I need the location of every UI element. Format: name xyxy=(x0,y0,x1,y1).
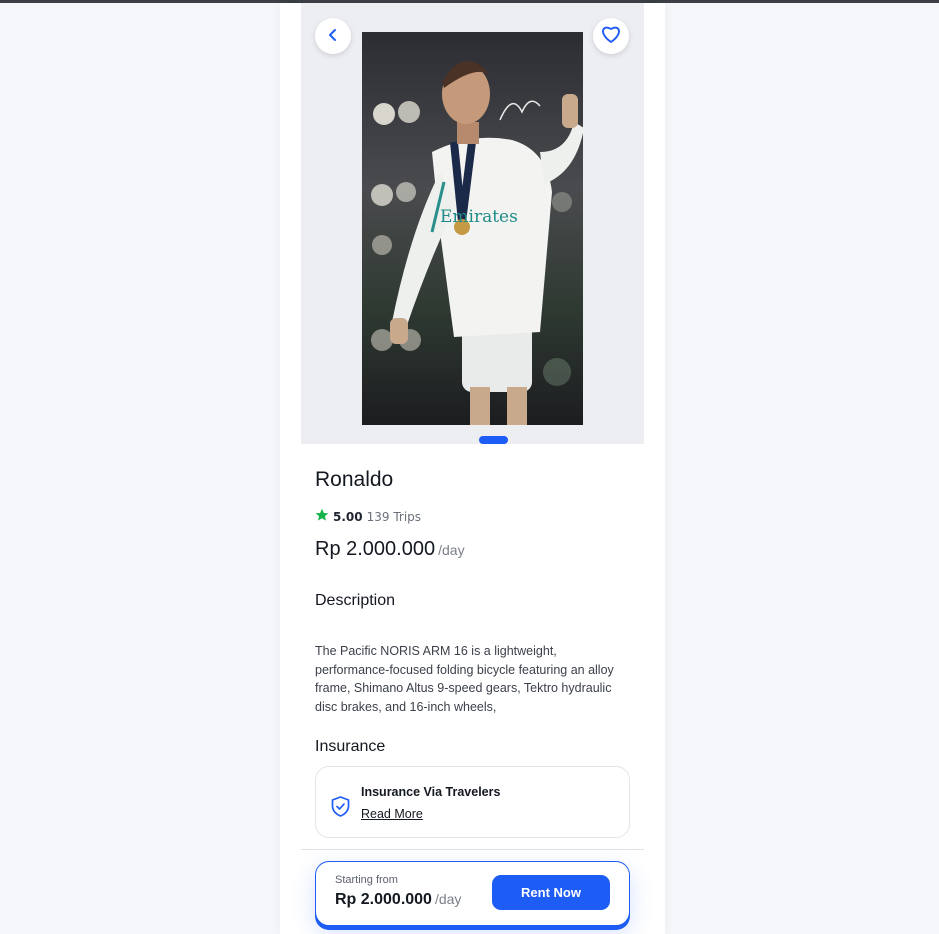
product-price: Rp 2.000.000/day xyxy=(315,538,465,561)
trip-count: 139 Trips xyxy=(366,509,422,524)
star-icon xyxy=(315,508,329,525)
back-button[interactable] xyxy=(315,18,351,54)
insurance-card: Insurance Via Travelers Read More xyxy=(315,766,630,838)
gallery-indicator-active[interactable] xyxy=(479,436,508,444)
footer-price: Rp 2.000.000/day xyxy=(335,891,461,909)
heart-icon xyxy=(600,24,622,48)
read-more-link[interactable]: Read More xyxy=(361,807,423,821)
rent-now-button[interactable]: Rent Now xyxy=(492,875,610,910)
footer-price-amount: Rp 2.000.000 xyxy=(335,891,432,908)
price-amount: Rp 2.000.000 xyxy=(315,538,436,560)
favorite-button[interactable] xyxy=(593,18,629,54)
price-unit: /day xyxy=(438,542,465,558)
footer-price-unit: /day xyxy=(434,891,462,907)
product-title: Ronaldo xyxy=(315,468,394,491)
insurance-heading: Insurance xyxy=(315,738,386,755)
footer-divider xyxy=(301,849,644,850)
description-heading: Description xyxy=(315,592,396,609)
product-detail-card: Emirates Ronaldo 5.00 139 Trips Rp 2.000… xyxy=(280,3,665,934)
product-photo: Emirates xyxy=(362,32,583,425)
rating-row: 5.00 139 Trips xyxy=(315,508,421,525)
shield-check-icon xyxy=(331,796,350,821)
starting-from-label: Starting from xyxy=(335,874,398,886)
svg-text:Emirates: Emirates xyxy=(440,207,518,227)
booking-bar: Starting from Rp 2.000.000/day Rent Now xyxy=(315,861,630,926)
image-gallery[interactable]: Emirates xyxy=(301,3,644,444)
rating-value: 5.00 xyxy=(333,509,363,524)
chevron-left-icon xyxy=(326,27,340,46)
insurance-provider: Insurance Via Travelers xyxy=(361,785,501,799)
description-text: The Pacific NORIS ARM 16 is a lightweigh… xyxy=(315,644,614,714)
